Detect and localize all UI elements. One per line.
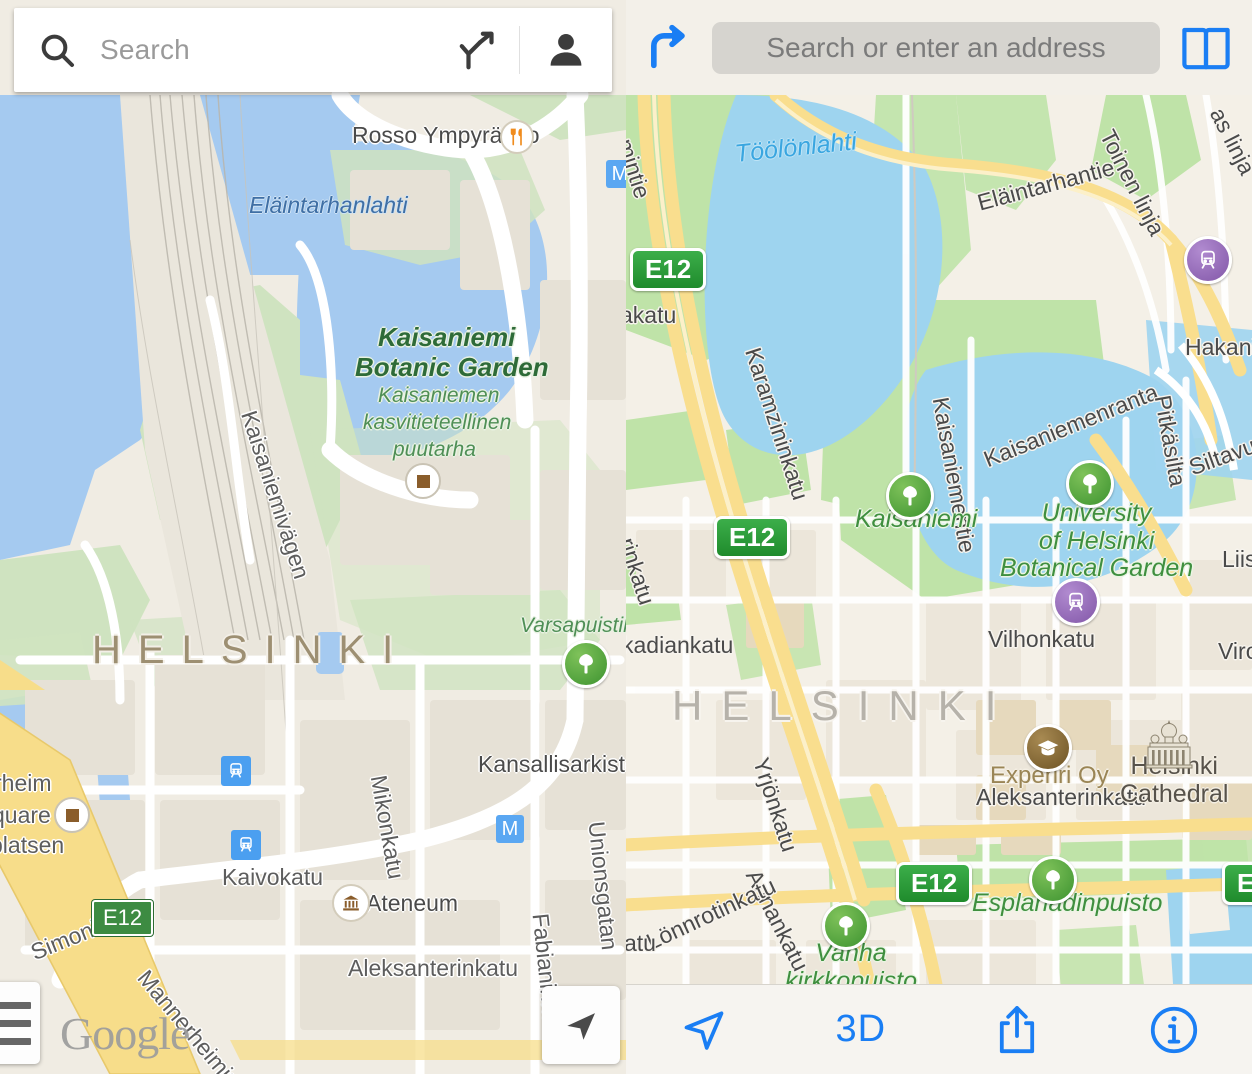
person-icon[interactable]: [520, 28, 612, 72]
apple-top-bar: Search or enter an address: [626, 0, 1252, 95]
square-poi-icon[interactable]: [54, 797, 90, 833]
apple-maps-pane: Töölönlahti Eläintarhantie Toinen linja as …: [626, 0, 1252, 1074]
book-icon[interactable]: [1160, 24, 1252, 72]
google-shield-e12-0: E12: [92, 900, 154, 936]
metro-icon[interactable]: M: [606, 160, 626, 188]
hamburger-menu-icon[interactable]: [0, 982, 40, 1064]
school-icon[interactable]: [1024, 724, 1072, 772]
train-station-icon[interactable]: [1184, 236, 1232, 284]
park-tree-icon[interactable]: [1029, 856, 1077, 904]
park-tree-icon[interactable]: [822, 902, 870, 950]
apple-search-input[interactable]: Search or enter an address: [766, 32, 1105, 64]
restaurant-icon[interactable]: [500, 120, 534, 154]
3d-button[interactable]: 3D: [783, 1008, 940, 1051]
apple-shield-e12-0: E12: [630, 248, 707, 291]
directions-arrow-icon[interactable]: [626, 22, 712, 74]
apple-shield-e12-1: E12: [714, 516, 791, 559]
dual-maps-comparison: Rosso Ympyrätalo Eläintarhanlahti Kaisanie…: [0, 0, 1252, 1074]
google-logo-watermark: Google: [60, 1008, 190, 1059]
apple-search-field[interactable]: Search or enter an address: [712, 21, 1160, 74]
google-maps-pane: Rosso Ympyrätalo Eläintarhanlahti Kaisanie…: [0, 0, 626, 1074]
location-arrow-icon[interactable]: [542, 986, 620, 1064]
park-tree-icon[interactable]: [1066, 460, 1114, 508]
info-icon[interactable]: [1096, 1005, 1252, 1055]
train-icon[interactable]: [231, 830, 261, 860]
museum-icon[interactable]: [332, 884, 370, 922]
location-arrow-icon[interactable]: [626, 1005, 783, 1055]
park-tree-icon[interactable]: [886, 472, 934, 520]
search-icon[interactable]: [14, 30, 100, 70]
metro-icon[interactable]: M: [496, 815, 524, 843]
train-icon[interactable]: [221, 756, 251, 786]
park-tree-icon[interactable]: [562, 640, 610, 688]
directions-fork-icon[interactable]: [441, 27, 519, 73]
apple-bottom-toolbar: 3D: [626, 984, 1252, 1074]
square-poi-icon[interactable]: [405, 463, 441, 499]
share-icon[interactable]: [939, 1004, 1096, 1056]
3d-label: 3D: [835, 1008, 887, 1050]
apple-shield-e12-2: E12: [896, 862, 973, 905]
google-search-bar[interactable]: Search: [14, 8, 612, 92]
cathedral-icon[interactable]: [1140, 718, 1198, 775]
train-station-icon[interactable]: [1052, 578, 1100, 626]
apple-shield-e7-3: E7: [1222, 862, 1252, 905]
search-input[interactable]: Search: [100, 34, 441, 66]
